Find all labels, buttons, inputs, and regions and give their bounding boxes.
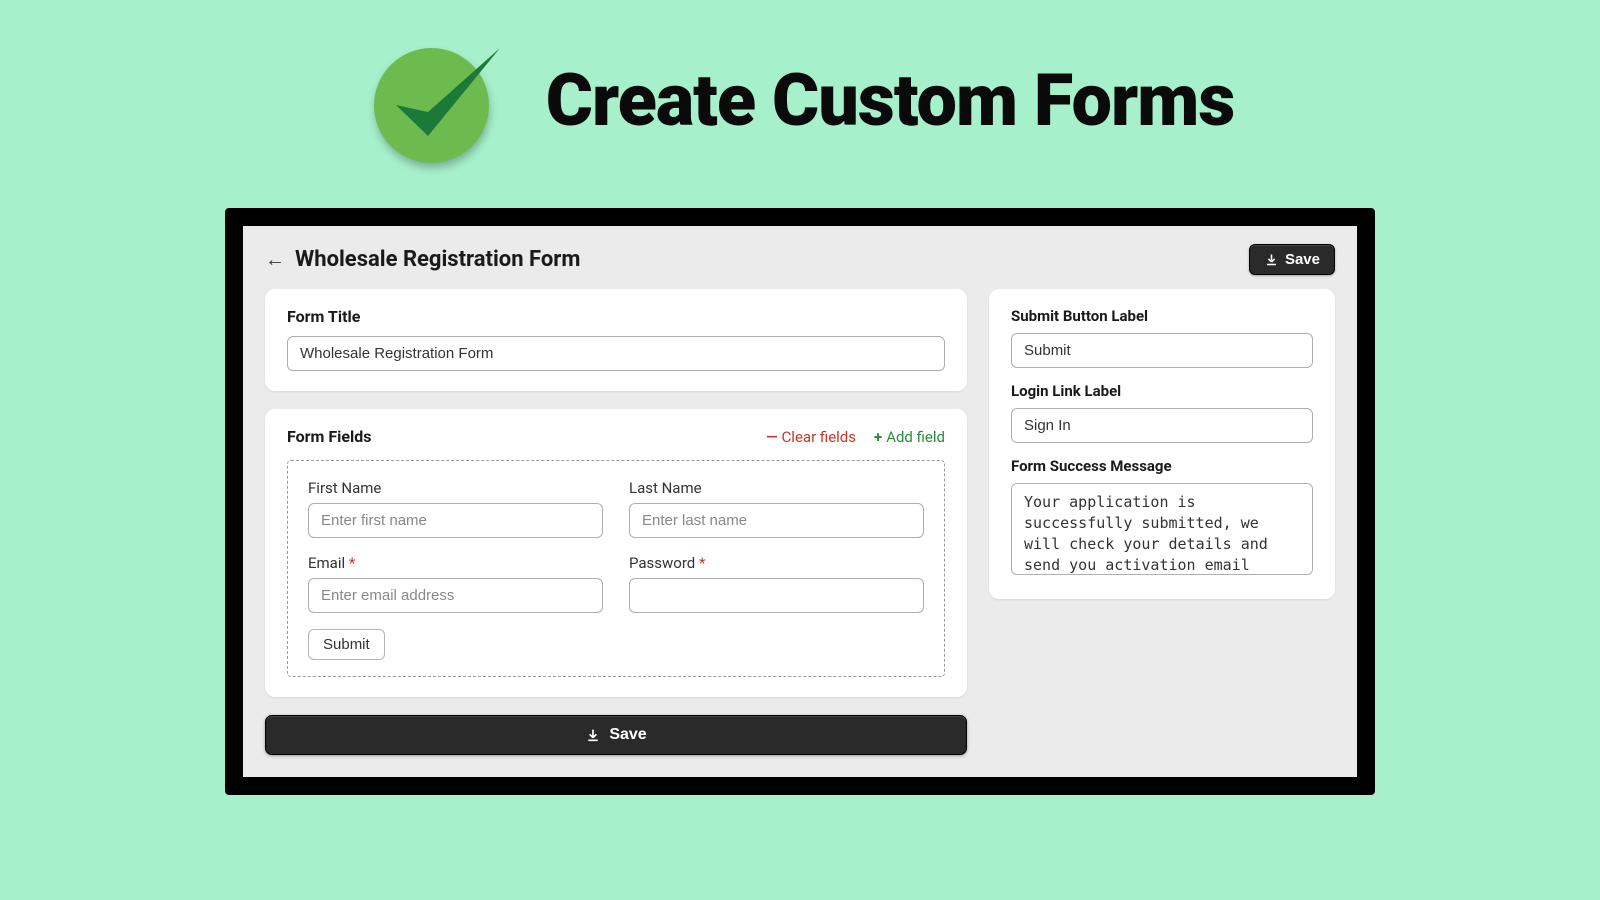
form-fields-card: Form Fields — Clear fields + Add field bbox=[265, 409, 967, 697]
login-link-label-heading: Login Link Label bbox=[1011, 382, 1313, 400]
save-button-bottom-label: Save bbox=[609, 726, 646, 744]
form-fields-label: Form Fields bbox=[287, 427, 371, 446]
form-title-input[interactable] bbox=[287, 336, 945, 371]
last-name-input[interactable] bbox=[629, 503, 924, 538]
submit-button-label-heading: Submit Button Label bbox=[1011, 307, 1313, 325]
save-button-top[interactable]: Save bbox=[1249, 244, 1335, 275]
checkmark-icon bbox=[366, 30, 506, 170]
submit-button-label-input[interactable] bbox=[1011, 333, 1313, 368]
save-icon bbox=[585, 727, 601, 743]
password-input[interactable] bbox=[629, 578, 924, 613]
save-button-top-label: Save bbox=[1285, 251, 1320, 268]
form-fields-preview: First Name Last Name bbox=[287, 460, 945, 677]
minus-icon: — bbox=[766, 428, 777, 446]
app-window-frame: ← Wholesale Registration Form Save Form … bbox=[225, 208, 1375, 795]
plus-icon: + bbox=[874, 428, 882, 446]
submit-preview-button[interactable]: Submit bbox=[308, 629, 385, 660]
field-label-password: Password * bbox=[629, 554, 924, 572]
checkmark-badge bbox=[366, 30, 506, 170]
back-arrow-icon[interactable]: ← bbox=[265, 247, 285, 272]
field-label-first-name: First Name bbox=[308, 479, 603, 497]
success-message-heading: Form Success Message bbox=[1011, 457, 1313, 475]
add-field-button[interactable]: + Add field bbox=[874, 428, 945, 446]
form-title-card: Form Title bbox=[265, 289, 967, 391]
hero-title: Create Custom Forms bbox=[546, 58, 1234, 143]
login-link-label-input[interactable] bbox=[1011, 408, 1313, 443]
add-field-label: Add field bbox=[886, 428, 945, 446]
success-message-textarea[interactable] bbox=[1011, 483, 1313, 575]
form-title-label: Form Title bbox=[287, 307, 945, 326]
save-button-bottom[interactable]: Save bbox=[265, 715, 967, 755]
sidebar-card: Submit Button Label Login Link Label For… bbox=[989, 289, 1335, 599]
clear-fields-button[interactable]: — Clear fields bbox=[766, 428, 856, 446]
email-input[interactable] bbox=[308, 578, 603, 613]
page-title: Wholesale Registration Form bbox=[295, 247, 580, 272]
hero-banner: Create Custom Forms bbox=[0, 0, 1600, 190]
topbar: ← Wholesale Registration Form Save bbox=[265, 240, 1335, 289]
field-label-email: Email * bbox=[308, 554, 603, 572]
first-name-input[interactable] bbox=[308, 503, 603, 538]
field-label-last-name: Last Name bbox=[629, 479, 924, 497]
clear-fields-label: Clear fields bbox=[782, 428, 856, 446]
save-icon bbox=[1264, 252, 1279, 267]
